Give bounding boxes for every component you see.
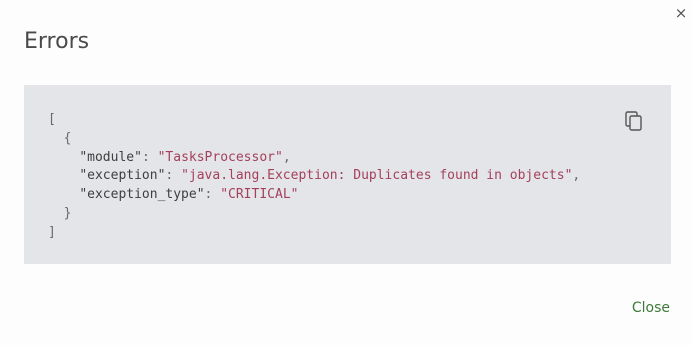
close-button[interactable]: Close — [620, 297, 670, 319]
json-value-module: "TasksProcessor" — [157, 149, 283, 165]
error-json-code: [ { "module": "TasksProcessor", "excepti… — [48, 111, 580, 243]
error-json-panel: [ { "module": "TasksProcessor", "excepti… — [24, 85, 671, 264]
dialog-title: Errors — [24, 29, 90, 54]
json-key-exception-type: "exception_type" — [79, 187, 205, 203]
json-value-exception: "java.lang.Exception: Duplicates found i… — [181, 168, 573, 184]
code-line: [ — [48, 111, 580, 130]
code-line: "exception": "java.lang.Exception: Dupli… — [79, 168, 581, 184]
close-icon[interactable]: × — [672, 4, 690, 22]
json-key-module: "module" — [79, 149, 142, 165]
json-close-brace: } — [63, 205, 72, 221]
copy-icon[interactable] — [625, 111, 643, 131]
code-line: "exception_type": "CRITICAL" — [79, 187, 299, 203]
errors-dialog: × Errors [ { "module": "TasksProcessor",… — [0, 0, 692, 345]
code-line: ] — [48, 224, 580, 243]
json-open-brace: { — [63, 130, 72, 146]
code-line: } — [48, 205, 580, 224]
json-open-bracket: [ — [48, 112, 56, 127]
json-key-exception: "exception" — [79, 168, 166, 184]
code-line: "module": "TasksProcessor", — [79, 149, 291, 165]
json-close-bracket: ] — [48, 224, 56, 240]
json-value-exception-type: "CRITICAL" — [220, 187, 299, 203]
code-line: { — [48, 130, 580, 149]
